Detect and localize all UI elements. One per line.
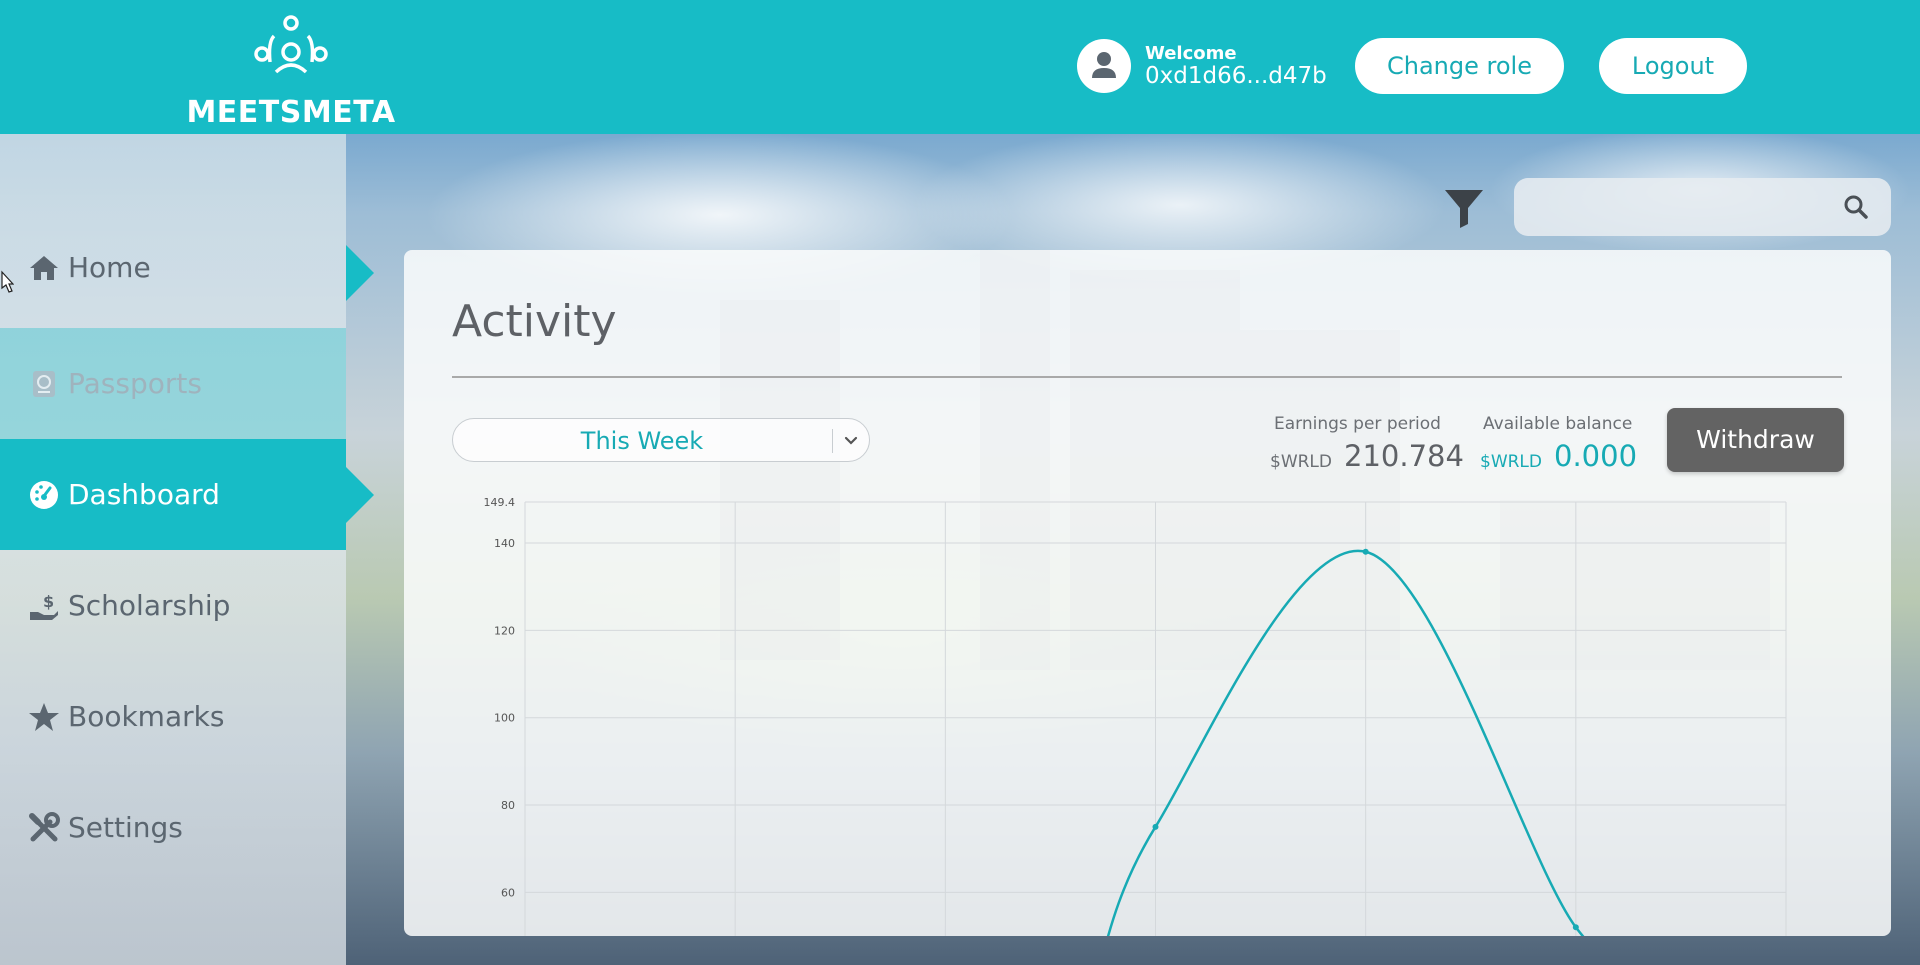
- sidebar: Home Passports Dashboard $ Scholarship B…: [0, 134, 374, 965]
- period-select[interactable]: This Week: [452, 418, 870, 462]
- sidebar-item-label: Passports: [68, 367, 202, 400]
- chevron-down-icon[interactable]: [843, 433, 859, 449]
- star-icon: [29, 702, 59, 731]
- avatar[interactable]: [1077, 39, 1131, 93]
- page-title: Activity: [452, 296, 617, 347]
- balance-unit: $WRLD: [1480, 452, 1542, 472]
- earnings-value: 210.784: [1344, 439, 1464, 473]
- chart-data-point: [1152, 823, 1159, 830]
- chart-series-line: [1106, 549, 1585, 936]
- tools-icon: [29, 811, 60, 841]
- passport-icon: [33, 370, 55, 397]
- hand-cursor-icon: [1, 270, 14, 293]
- welcome-label: Welcome: [1145, 43, 1237, 64]
- chart-y-tick-label: 149.4: [484, 496, 516, 509]
- home-hover-arrow: [346, 245, 374, 301]
- earnings-unit: $WRLD: [1270, 452, 1332, 472]
- logo-people-icon: [254, 15, 328, 74]
- sidebar-item-scholarship[interactable]: $ Scholarship: [0, 550, 346, 661]
- withdraw-button[interactable]: Withdraw: [1667, 408, 1844, 472]
- activity-line-chart: 149.4 140 120 100 80 60: [484, 496, 1787, 936]
- chart-y-tick-label: 60: [501, 886, 515, 899]
- period-select-value: This Week: [580, 427, 704, 455]
- activity-card: Activity This Week Earnings per period $…: [404, 250, 1891, 936]
- sidebar-item-bookmarks[interactable]: Bookmarks: [0, 661, 346, 772]
- earnings-label: Earnings per period: [1274, 414, 1441, 434]
- brand-logo[interactable]: MEETSMETA: [176, 14, 406, 128]
- balance-value: 0.000: [1554, 439, 1638, 473]
- brand-name: MEETSMETA: [186, 95, 396, 130]
- sidebar-item-dashboard[interactable]: Dashboard: [0, 439, 346, 550]
- balance-label: Available balance: [1483, 414, 1633, 434]
- chart-y-tick-label: 120: [494, 624, 515, 637]
- title-divider: [452, 376, 1842, 378]
- sidebar-item-label: Dashboard: [68, 478, 220, 511]
- logout-button[interactable]: Logout: [1599, 38, 1747, 94]
- sidebar-item-label: Home: [68, 251, 151, 284]
- chart-y-tick-label: 140: [494, 537, 515, 550]
- search-icon[interactable]: [1843, 194, 1869, 220]
- filter-icon[interactable]: [1443, 188, 1485, 228]
- sidebar-item-label: Bookmarks: [68, 700, 225, 733]
- user-icon: [1092, 52, 1116, 78]
- chart-data-point: [1572, 924, 1579, 931]
- chart-y-tick-label: 100: [494, 712, 515, 725]
- select-divider: [832, 429, 833, 453]
- sidebar-item-passports[interactable]: Passports: [0, 328, 346, 439]
- sidebar-item-label: Settings: [68, 811, 183, 844]
- search-input[interactable]: [1530, 190, 1830, 224]
- chart-data-point: [1362, 548, 1369, 555]
- chart-y-tick-label: 80: [501, 799, 515, 812]
- svg-text:$: $: [43, 592, 54, 611]
- dashboard-icon: [30, 480, 58, 509]
- active-item-arrow: [346, 467, 374, 523]
- top-header: MEETSMETA Welcome 0xd1d66...d47b Change …: [0, 0, 1920, 134]
- home-icon: [30, 255, 58, 280]
- sidebar-item-home[interactable]: Home: [0, 212, 346, 323]
- scholarship-icon: $: [30, 592, 58, 620]
- wallet-address: 0xd1d66...d47b: [1145, 63, 1327, 89]
- sidebar-item-label: Scholarship: [68, 589, 231, 622]
- change-role-button[interactable]: Change role: [1355, 38, 1564, 94]
- sidebar-item-settings[interactable]: Settings: [0, 772, 346, 883]
- search-box: [1514, 178, 1891, 236]
